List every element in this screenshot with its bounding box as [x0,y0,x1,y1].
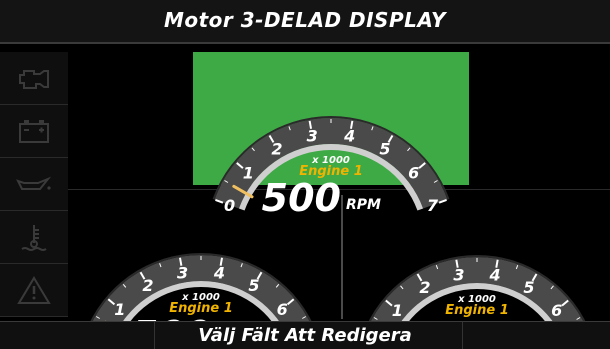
gauge-scale-label: 1 [114,300,125,319]
rpm-gauge: 01234567x 1000 Engine 1 500 RPM [193,52,469,220]
gauge-scale-label: 2 [142,276,153,295]
gauge-scale-label: 5 [248,276,259,295]
sidebar-item-oil[interactable] [0,158,68,211]
gauge-scale-label: 1 [243,164,254,183]
battery-icon [19,120,49,143]
gauge-scale-label: 6 [277,300,288,319]
sidebar-item-battery[interactable] [0,105,68,158]
gauge-scale-label: 3 [307,127,318,146]
gauge-scale-label: 4 [343,127,355,146]
bottom-bar: Välj Fält Att Redigera [0,321,610,349]
rpm-gauge: 01234567x 1000Engine 1500NRPM [345,195,610,349]
gauge-scale-label: 4 [213,264,225,283]
coolant-temperature-icon [21,225,47,251]
gauge-scale-label: 1 [392,301,403,320]
gauge-scale-label: 5 [379,139,390,158]
divider [341,195,343,319]
title-bar: Motor 3-DELAD DISPLAY [0,0,610,44]
gauge-scale-label: 6 [551,301,562,320]
sidebar-item-warning[interactable] [0,264,68,317]
sidebar-item-engine[interactable] [0,52,68,105]
rpm-gauge: 01234567x 1000Engine 1500NRPM [68,195,340,349]
gauge-scale-label: 3 [177,264,188,283]
gauge-scale-label: 6 [408,164,419,183]
alarm-sidebar [0,52,68,319]
gauge-scale-label: 3 [453,266,464,285]
sidebar-item-coolant[interactable] [0,211,68,264]
warning-triangle-icon [17,276,51,304]
oil-pressure-icon [16,176,52,190]
engine-warning-icon [19,70,49,89]
page-title: Motor 3-DELAD DISPLAY [163,8,447,32]
gauge-scale-label: 5 [523,278,534,297]
gauge-scale-label: 2 [419,278,430,297]
gauge-scale-label: 4 [488,266,500,285]
edit-field-hint: Välj Fält Att Redigera [198,325,412,346]
gauge-scale-label: 2 [271,139,282,158]
